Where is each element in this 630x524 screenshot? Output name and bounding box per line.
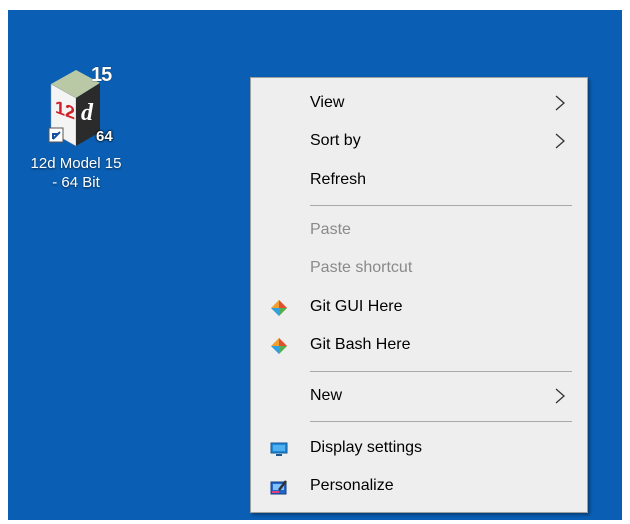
personalize-icon xyxy=(270,480,287,495)
menu-item-label: Sort by xyxy=(310,132,361,149)
menu-item-view[interactable]: View xyxy=(251,86,587,120)
chevron-right-icon xyxy=(555,133,565,149)
menu-item-git-bash-here[interactable]: Git Bash Here xyxy=(251,328,587,362)
menu-item-label: New xyxy=(310,387,343,404)
menu-item-paste-shortcut: Paste shortcut xyxy=(251,251,587,285)
icon-label-line2: - 64 Bit xyxy=(52,174,100,191)
desktop-icon-12d-model[interactable]: 12 d 15 64 12d Model 15 - 64 Bit xyxy=(16,56,136,192)
menu-item-label: Personalize xyxy=(310,477,394,494)
menu-item-display-settings[interactable]: Display settings xyxy=(251,431,587,465)
12d-model-app-icon: 12 d 15 64 xyxy=(16,56,136,156)
chevron-right-icon xyxy=(555,388,565,404)
menu-item-label: Git GUI Here xyxy=(310,298,403,315)
menu-separator xyxy=(310,371,572,372)
menu-item-sort-by[interactable]: Sort by xyxy=(251,124,587,158)
desktop-context-menu: View Sort by Refresh Paste Paste shortcu… xyxy=(250,77,588,513)
version-badge: 15 xyxy=(91,64,112,86)
menu-separator xyxy=(310,205,572,206)
icon-label-line1: 12d Model 15 xyxy=(30,155,122,172)
menu-item-label: Display settings xyxy=(310,439,423,456)
monitor-icon xyxy=(270,442,288,456)
menu-item-refresh[interactable]: Refresh xyxy=(251,163,587,197)
menu-item-label: Paste shortcut xyxy=(310,259,413,276)
desktop-icon-label: 12d Model 15 - 64 Bit xyxy=(16,154,136,192)
git-icon xyxy=(271,338,287,354)
menu-item-paste: Paste xyxy=(251,213,587,247)
git-icon xyxy=(271,300,287,316)
menu-item-new[interactable]: New xyxy=(251,379,587,413)
logo-d-text: d xyxy=(81,100,93,126)
menu-item-git-gui-here[interactable]: Git GUI Here xyxy=(251,290,587,324)
desktop[interactable]: 12 d 15 64 12d Model 15 - 64 Bit View So… xyxy=(8,10,622,520)
chevron-right-icon xyxy=(555,95,565,111)
menu-item-personalize[interactable]: Personalize xyxy=(251,469,587,503)
menu-separator xyxy=(310,421,572,422)
menu-item-label: View xyxy=(310,94,345,111)
menu-item-label: Refresh xyxy=(310,171,367,188)
menu-item-label: Paste xyxy=(310,221,351,238)
arch-badge: 64 xyxy=(96,128,113,145)
menu-item-label: Git Bash Here xyxy=(310,336,411,353)
